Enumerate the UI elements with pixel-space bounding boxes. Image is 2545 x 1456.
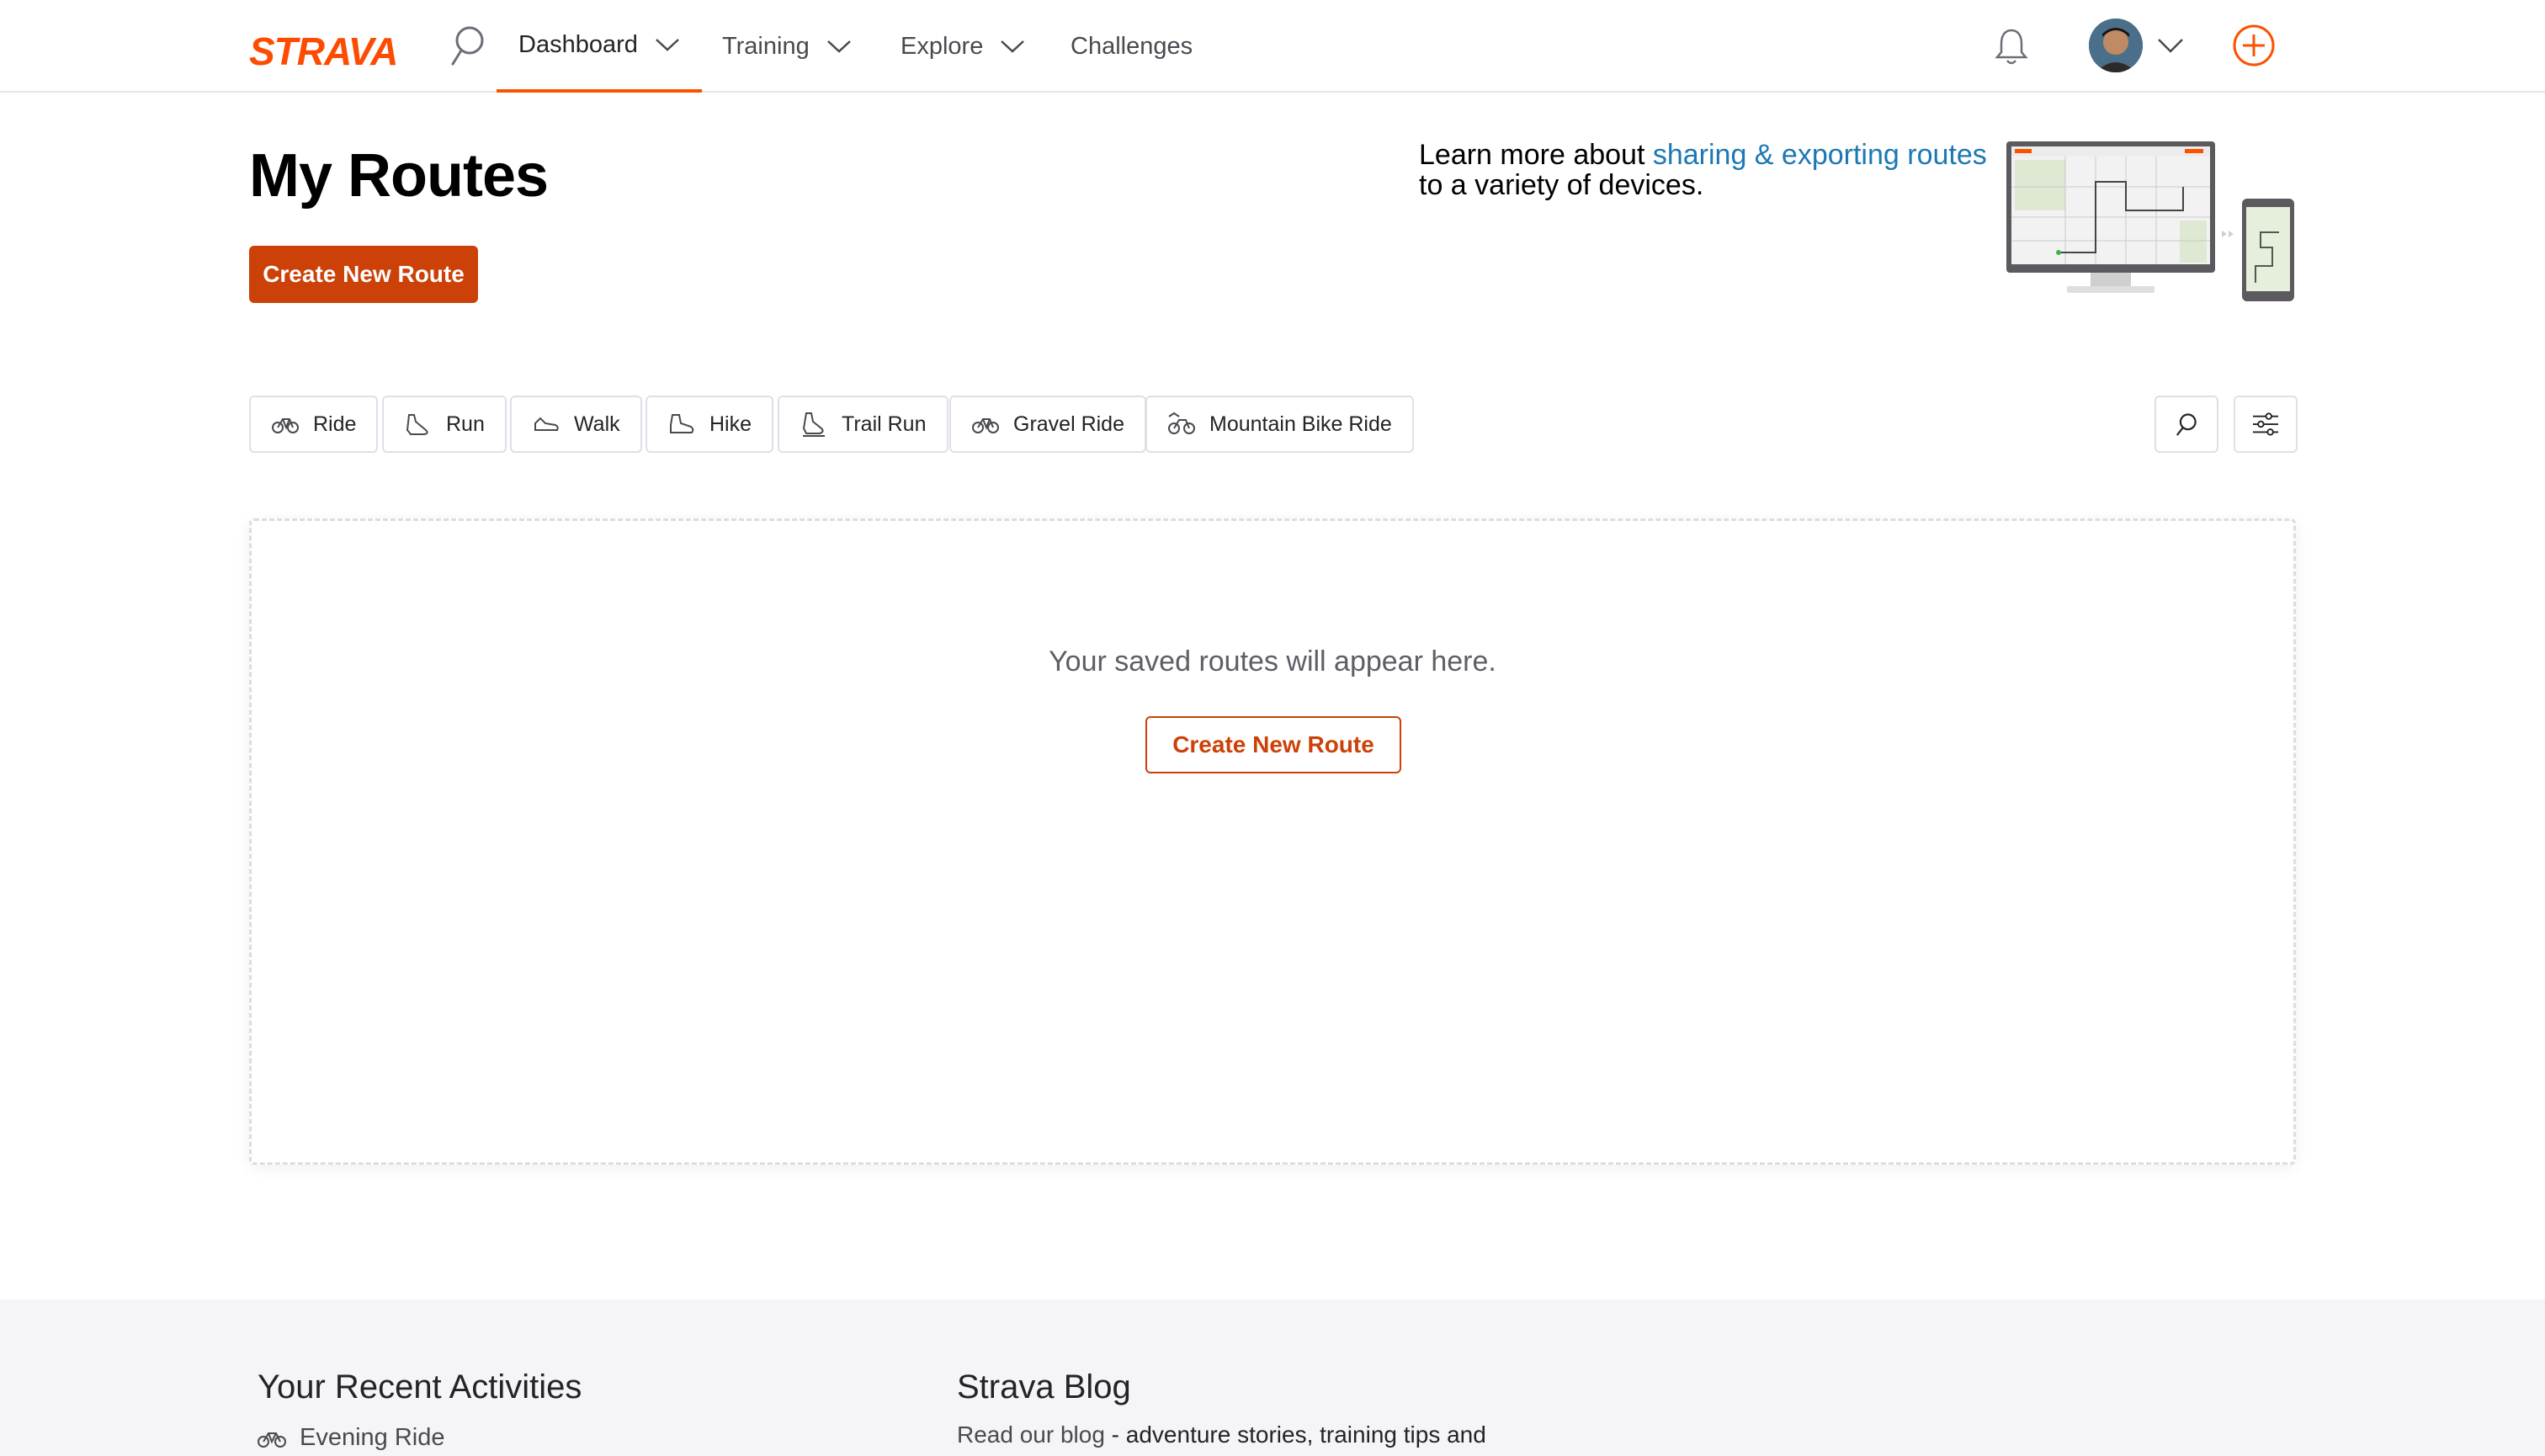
nav-challenges-label: Challenges: [1071, 32, 1193, 60]
filter-chip-label: Mountain Bike Ride: [1209, 412, 1392, 436]
nav-dashboard-label: Dashboard: [518, 30, 638, 58]
blog-link[interactable]: Read our blog: [957, 1421, 1105, 1448]
nav-training[interactable]: Training: [722, 0, 852, 93]
mountain-bike-icon: [1168, 412, 1195, 434]
strava-logo[interactable]: STRAVA: [249, 29, 398, 74]
upload-plus-icon[interactable]: [2232, 24, 2276, 67]
avatar[interactable]: [2089, 19, 2143, 72]
filter-chip-walk[interactable]: Walk: [510, 396, 642, 453]
devices-illustration: [2003, 140, 2298, 305]
filter-chip-label: Walk: [574, 412, 620, 436]
nav-training-label: Training: [722, 32, 810, 60]
filter-chip-mountain-bike-ride[interactable]: Mountain Bike Ride: [1145, 396, 1414, 453]
blog-description: Read our blog - adventure stories, train…: [957, 1419, 1563, 1451]
blog-text: - adventure stories, training tips and: [1104, 1421, 1486, 1448]
nav-explore-label: Explore: [901, 32, 984, 60]
filter-chip-label: Run: [446, 412, 485, 436]
filter-chip-trail-run[interactable]: Trail Run: [778, 396, 948, 453]
learn-more-text: Learn more about sharing & exporting rou…: [1419, 140, 1991, 200]
routes-empty-panel: Your saved routes will appear here. Crea…: [249, 518, 2296, 1165]
filter-settings-button[interactable]: [2234, 396, 2298, 453]
filter-chip-label: Trail Run: [842, 412, 927, 436]
bike-icon: [258, 1432, 286, 1448]
notifications-bell-icon[interactable]: [1993, 25, 2030, 67]
learn-more-prefix: Learn more about: [1419, 139, 1653, 171]
nav-dashboard[interactable]: Dashboard: [497, 0, 702, 93]
create-new-route-button-secondary[interactable]: Create New Route: [1145, 716, 1401, 773]
sliders-icon: [2253, 412, 2278, 436]
filter-chip-run[interactable]: Run: [382, 396, 507, 453]
empty-state-message: Your saved routes will appear here.: [1049, 646, 1496, 678]
top-navigation: STRAVA Dashboard Training Explore Challe…: [0, 0, 2545, 93]
learn-more-suffix: to a variety of devices.: [1419, 169, 1704, 201]
sharing-exporting-link[interactable]: sharing & exporting routes: [1653, 139, 1987, 171]
bike-icon: [272, 418, 299, 433]
shoe-icon: [406, 414, 428, 435]
recent-activities-title: Your Recent Activities: [258, 1368, 582, 1406]
footer-section: Your Recent Activities Evening Ride Stra…: [0, 1299, 2545, 1456]
chevron-down-icon: [826, 40, 851, 53]
chevron-down-icon: [656, 39, 679, 51]
filter-chip-ride[interactable]: Ride: [249, 396, 379, 453]
search-icon[interactable]: [446, 22, 488, 69]
chevron-down-icon: [1001, 40, 1025, 53]
gravel-bike-icon: [972, 418, 999, 433]
filter-chip-label: Ride: [313, 412, 357, 436]
trail-run-icon: [802, 412, 825, 437]
nav-explore[interactable]: Explore: [901, 0, 1025, 93]
filter-chip-label: Gravel Ride: [1013, 412, 1124, 436]
search-routes-button[interactable]: [2154, 396, 2218, 453]
page-title: My Routes: [249, 142, 549, 210]
filter-chip-label: Hike: [709, 412, 752, 436]
recent-activity-label: Evening Ride: [300, 1424, 445, 1451]
filter-chip-hike[interactable]: Hike: [646, 396, 774, 453]
hike-icon: [670, 414, 694, 433]
create-new-route-button[interactable]: Create New Route: [249, 246, 478, 303]
nav-challenges[interactable]: Challenges: [1071, 0, 1193, 93]
strava-blog-title: Strava Blog: [957, 1368, 1131, 1406]
walk-icon: [534, 417, 559, 431]
chevron-down-icon[interactable]: [2156, 37, 2185, 54]
filter-chip-gravel-ride[interactable]: Gravel Ride: [949, 396, 1146, 453]
search-icon: [2176, 413, 2197, 436]
recent-activity-item[interactable]: Evening Ride: [258, 1424, 445, 1452]
